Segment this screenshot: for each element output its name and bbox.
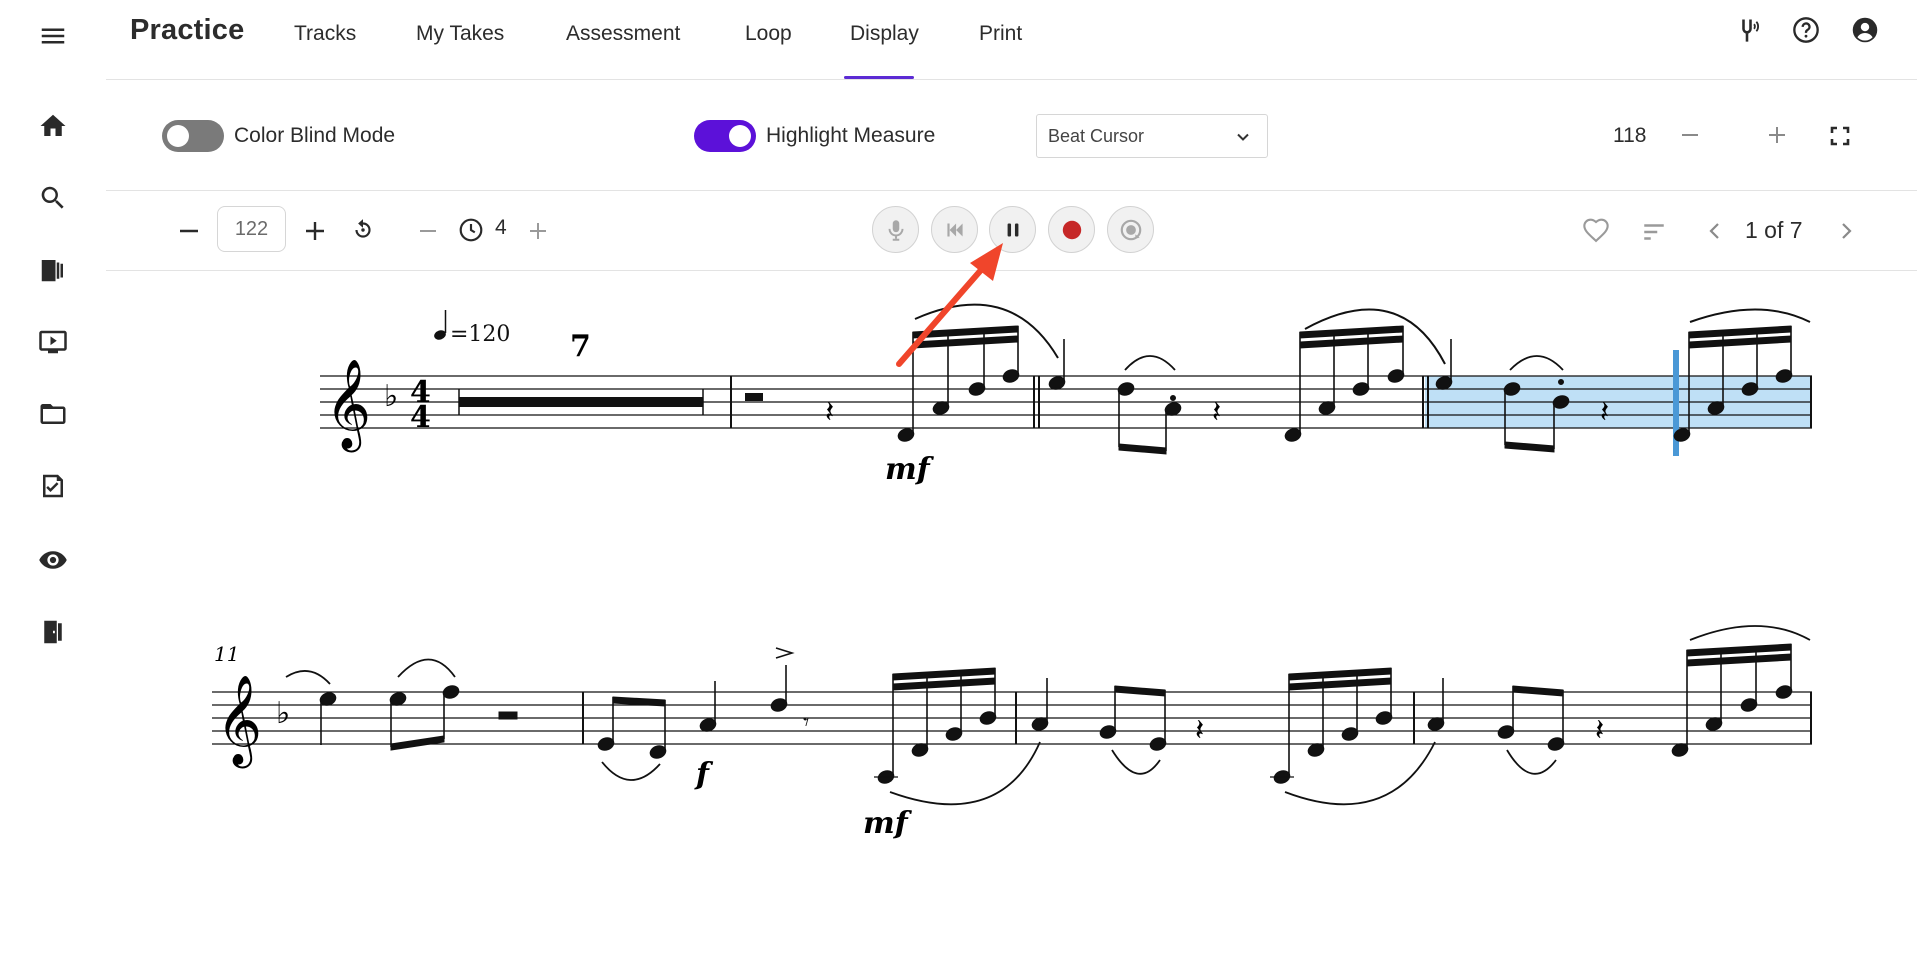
tempo-marking: =120 <box>434 310 510 347</box>
pause-icon <box>1007 223 1018 236</box>
help-icon[interactable] <box>1790 14 1822 46</box>
zoom-value: 118 <box>1613 124 1647 147</box>
treble-clef: 𝄞 <box>325 359 371 453</box>
count-in-decrease-button[interactable] <box>418 221 438 246</box>
system-2-notes: 𝄾 <box>319 643 1793 784</box>
playback-icon <box>1120 219 1141 240</box>
count-in-value: 4 <box>495 216 507 239</box>
tab-tracks[interactable]: Tracks <box>294 22 356 46</box>
tempo-marking-text: =120 <box>450 322 510 347</box>
svg-text:♭: ♭ <box>276 696 290 731</box>
top-app-bar: Practice Tracks My Takes Assessment Loop… <box>106 0 1917 80</box>
svg-text:𝄽: 𝄽 <box>1212 395 1221 430</box>
cursor-type-value: Beat Cursor <box>1048 126 1145 146</box>
measure-number: 11 <box>214 642 239 666</box>
svg-text:𝄽: 𝄽 <box>1595 713 1604 748</box>
score-notation: 𝄞 ♭ 4 4 =120 7 𝄽 mf 𝄽 𝄽 11 𝄞 ♭ 𝄾 𝄽 𝄽 f m… <box>212 303 1812 841</box>
highlight-measure-toggle[interactable] <box>694 120 756 152</box>
sort-icon[interactable] <box>1641 219 1667 250</box>
skip-back-icon <box>946 223 963 236</box>
pause-button[interactable] <box>989 206 1036 253</box>
page-title: Practice <box>130 14 245 46</box>
reset-tempo-icon[interactable] <box>350 217 376 248</box>
count-in-increase-button[interactable] <box>528 221 548 246</box>
chevron-down-icon <box>1237 133 1249 141</box>
dynamic-mf: mf <box>885 452 935 487</box>
next-page-icon[interactable] <box>1834 219 1858 248</box>
record-icon <box>1062 220 1081 239</box>
tab-assessment[interactable]: Assessment <box>566 22 680 46</box>
page-indicator: 1 of 7 <box>1745 217 1803 243</box>
search-icon[interactable] <box>33 178 73 218</box>
previous-page-icon[interactable] <box>1703 219 1727 248</box>
account-icon[interactable] <box>1849 14 1881 46</box>
svg-text:𝄾: 𝄾 <box>803 708 809 736</box>
half-rest <box>745 393 763 401</box>
multirest-bar <box>459 397 703 407</box>
zoom-increase-button[interactable] <box>1767 121 1787 151</box>
svg-text:𝄽: 𝄽 <box>1600 395 1609 430</box>
svg-text:𝄞: 𝄞 <box>216 675 262 769</box>
microphone-icon <box>888 219 903 241</box>
dynamic-f: f <box>694 757 714 792</box>
sixteenth-notes-group <box>897 325 1020 442</box>
highlight-measure-label: Highlight Measure <box>766 124 936 147</box>
multirest-count: 7 <box>570 329 591 364</box>
measure-9-notes <box>1048 325 1405 455</box>
home-icon[interactable] <box>33 106 73 146</box>
time-signature-bottom: 4 <box>410 400 431 435</box>
sheet-music-score: 𝄞 ♭ 4 4 =120 7 𝄽 mf 𝄽 𝄽 11 𝄞 ♭ 𝄾 𝄽 𝄽 f m… <box>0 272 1917 967</box>
tuning-fork-icon[interactable] <box>1731 14 1763 46</box>
fullscreen-icon[interactable] <box>1828 124 1852 148</box>
tempo-input[interactable] <box>217 206 286 252</box>
tempo-increase-button[interactable] <box>304 220 326 247</box>
menu-icon[interactable] <box>33 16 73 56</box>
color-blind-toggle[interactable] <box>162 120 224 152</box>
tab-display[interactable]: Display <box>850 22 919 46</box>
quarter-rest: 𝄽 <box>825 395 834 430</box>
staff-system-2 <box>212 691 1812 745</box>
dynamic-mf-2: mf <box>863 806 913 841</box>
cursor-type-select[interactable]: Beat Cursor <box>1036 114 1268 158</box>
flat-key-signature: ♭ <box>384 379 398 414</box>
display-settings-bar: Color Blind Mode Highlight Measure Beat … <box>106 80 1917 191</box>
tab-my-takes[interactable]: My Takes <box>416 22 504 46</box>
tempo-decrease-button[interactable] <box>178 220 200 247</box>
playback-take-button[interactable] <box>1107 206 1154 253</box>
clock-icon <box>458 217 484 248</box>
playback-controls-bar: 4 1 of 7 <box>106 191 1917 271</box>
active-tab-indicator <box>844 76 914 79</box>
microphone-button[interactable] <box>872 206 919 253</box>
favorite-icon[interactable] <box>1582 217 1610 250</box>
color-blind-label: Color Blind Mode <box>234 124 396 147</box>
svg-text:𝄽: 𝄽 <box>1195 713 1204 748</box>
tab-print[interactable]: Print <box>979 22 1022 46</box>
record-button[interactable] <box>1048 206 1095 253</box>
skip-back-button[interactable] <box>931 206 978 253</box>
tab-loop[interactable]: Loop <box>745 22 792 46</box>
zoom-decrease-button[interactable] <box>1680 121 1700 151</box>
